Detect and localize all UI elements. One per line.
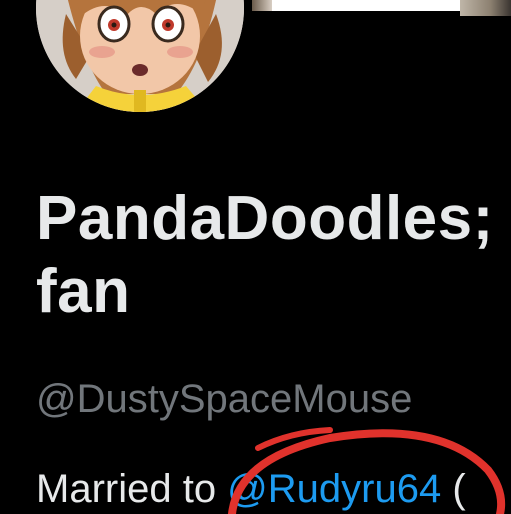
banner-art-right [460,0,511,16]
avatar-illustration [36,0,244,112]
profile-avatar[interactable] [32,0,248,116]
bio-text-continued: ( [441,467,466,511]
banner-art-left [252,0,272,11]
display-name-line-1: PandaDoodles; [36,184,494,253]
profile-bio: Married to @Rudyru64 ( [36,464,511,514]
banner-white-area [272,0,460,11]
profile-display-name: PandaDoodles; fan [36,182,511,328]
display-name-line-2: fan [36,257,131,326]
profile-handle: @DustySpaceMouse [36,377,413,421]
bio-mention-link[interactable]: @Rudyru64 [227,467,441,511]
bio-text: Married to [36,467,228,511]
